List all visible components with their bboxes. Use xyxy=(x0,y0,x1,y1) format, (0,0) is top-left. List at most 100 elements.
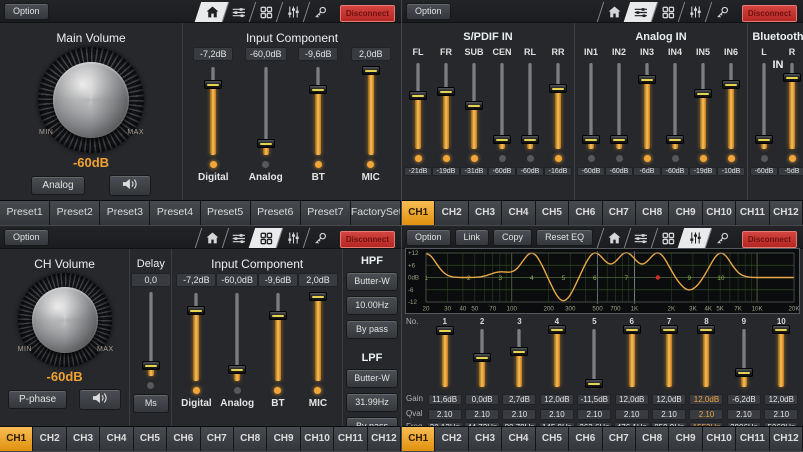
fader-handle[interactable] xyxy=(623,325,641,334)
channel-tab-ch8[interactable]: CH8 xyxy=(636,427,669,451)
fader-handle[interactable] xyxy=(465,101,483,110)
channel-tab-ch12[interactable]: CH12 xyxy=(368,427,401,451)
fader-handle[interactable] xyxy=(548,325,566,334)
channel-tab-ch8[interactable]: CH8 xyxy=(636,201,669,225)
nav-tab-key[interactable] xyxy=(705,2,738,22)
p-phase-button[interactable]: P-phase xyxy=(8,390,67,409)
channel-tab-ch3[interactable]: CH3 xyxy=(469,427,502,451)
nav-tab-key[interactable] xyxy=(705,228,738,248)
fader-handle[interactable] xyxy=(309,292,327,301)
fader-handle[interactable] xyxy=(755,135,773,144)
channel-tab-ch3[interactable]: CH3 xyxy=(469,201,502,225)
disconnect-button[interactable]: Disconnect xyxy=(742,231,797,248)
ch-volume-knob[interactable]: MIN MAX xyxy=(18,273,112,367)
fader-handle[interactable] xyxy=(585,379,603,388)
fader-handle[interactable] xyxy=(473,353,491,362)
preset-button-preset5[interactable]: Preset5 xyxy=(201,201,251,225)
fader-handle[interactable] xyxy=(362,66,380,75)
fader-handle[interactable] xyxy=(549,84,567,93)
channel-tab-ch11[interactable]: CH11 xyxy=(334,427,367,451)
eq-band-fader[interactable] xyxy=(659,329,679,387)
eq-band-fader[interactable] xyxy=(547,329,567,387)
fader-handle[interactable] xyxy=(204,80,222,89)
channel-tab-ch1[interactable]: CH1 xyxy=(402,201,435,225)
channel-tab-ch6[interactable]: CH6 xyxy=(569,427,602,451)
fader-handle[interactable] xyxy=(493,135,511,144)
fader[interactable] xyxy=(637,63,657,149)
preset-button-preset7[interactable]: Preset7 xyxy=(301,201,351,225)
channel-tab-ch4[interactable]: CH4 xyxy=(100,427,133,451)
channel-tab-ch4[interactable]: CH4 xyxy=(502,427,535,451)
channel-tab-ch12[interactable]: CH12 xyxy=(770,427,803,451)
preset-button-preset6[interactable]: Preset6 xyxy=(251,201,301,225)
fader[interactable] xyxy=(308,67,328,155)
delay-unit-button[interactable]: Ms xyxy=(133,394,169,413)
fader[interactable] xyxy=(227,293,247,381)
fader-handle[interactable] xyxy=(582,135,600,144)
fader-handle[interactable] xyxy=(309,85,327,94)
channel-tab-ch10[interactable]: CH10 xyxy=(301,427,334,451)
channel-tab-ch3[interactable]: CH3 xyxy=(67,427,100,451)
eq-band-fader[interactable] xyxy=(771,329,791,387)
fader-handle[interactable] xyxy=(735,368,753,377)
analog-source-button[interactable]: Analog xyxy=(31,176,84,195)
lpf-freq-button[interactable]: 31.99Hz xyxy=(346,393,398,412)
channel-tab-ch7[interactable]: CH7 xyxy=(603,427,636,451)
eq-band-fader[interactable] xyxy=(622,329,642,387)
fader-handle[interactable] xyxy=(666,135,684,144)
channel-tab-ch8[interactable]: CH8 xyxy=(234,427,267,451)
fader-handle[interactable] xyxy=(521,135,539,144)
eq-band-fader[interactable] xyxy=(509,329,529,387)
channel-tab-ch2[interactable]: CH2 xyxy=(435,427,468,451)
reset-eq-button[interactable]: Reset EQ xyxy=(536,229,593,246)
preset-button-factoryset[interactable]: FactorySet xyxy=(351,201,401,225)
fader-handle[interactable] xyxy=(638,75,656,84)
fader-handle[interactable] xyxy=(269,311,287,320)
channel-tab-ch10[interactable]: CH10 xyxy=(703,201,736,225)
eq-band-fader[interactable] xyxy=(472,329,492,387)
channel-tab-ch9[interactable]: CH9 xyxy=(669,427,702,451)
fader-handle[interactable] xyxy=(257,139,275,148)
fader[interactable] xyxy=(203,67,223,155)
channel-tab-ch11[interactable]: CH11 xyxy=(736,201,769,225)
channel-tab-ch9[interactable]: CH9 xyxy=(267,427,300,451)
nav-tab-key[interactable] xyxy=(303,2,336,22)
channel-tab-ch6[interactable]: CH6 xyxy=(569,201,602,225)
eq-response-graph[interactable]: +12+60dB-6-1220304050701002003005007001K… xyxy=(405,248,800,314)
channel-tab-ch6[interactable]: CH6 xyxy=(167,427,200,451)
link-button[interactable]: Link xyxy=(455,229,490,246)
disconnect-button[interactable]: Disconnect xyxy=(340,231,395,248)
fader-handle[interactable] xyxy=(722,80,740,89)
eq-band-fader[interactable] xyxy=(435,329,455,387)
fader-handle[interactable] xyxy=(772,325,790,334)
option-button[interactable]: Option xyxy=(406,3,451,20)
channel-tab-ch2[interactable]: CH2 xyxy=(435,201,468,225)
channel-tab-ch9[interactable]: CH9 xyxy=(669,201,702,225)
eq-band-fader[interactable] xyxy=(696,329,716,387)
fader-handle[interactable] xyxy=(510,347,528,356)
option-button[interactable]: Option xyxy=(406,229,451,246)
channel-tab-ch4[interactable]: CH4 xyxy=(502,201,535,225)
fader-handle[interactable] xyxy=(436,326,454,335)
channel-tab-ch11[interactable]: CH11 xyxy=(736,427,769,451)
preset-button-preset2[interactable]: Preset2 xyxy=(50,201,100,225)
channel-tab-ch5[interactable]: CH5 xyxy=(536,427,569,451)
fader[interactable] xyxy=(782,63,802,149)
channel-tab-ch1[interactable]: CH1 xyxy=(0,427,33,451)
hpf-bypass-button[interactable]: By pass xyxy=(346,320,398,339)
fader[interactable] xyxy=(581,63,601,149)
knob-face[interactable] xyxy=(53,62,129,138)
channel-tab-ch12[interactable]: CH12 xyxy=(770,201,803,225)
fader[interactable] xyxy=(520,63,540,149)
fader[interactable] xyxy=(408,63,428,149)
preset-button-preset3[interactable]: Preset3 xyxy=(100,201,150,225)
fader-handle[interactable] xyxy=(142,361,160,370)
channel-tab-ch1[interactable]: CH1 xyxy=(402,427,435,451)
hpf-type-button[interactable]: Butter-W xyxy=(346,272,398,291)
lpf-type-button[interactable]: Butter-W xyxy=(346,369,398,388)
fader[interactable] xyxy=(268,293,288,381)
hpf-freq-button[interactable]: 10.00Hz xyxy=(346,296,398,315)
fader[interactable] xyxy=(693,63,713,149)
fader[interactable] xyxy=(256,67,276,155)
fader[interactable] xyxy=(548,63,568,149)
